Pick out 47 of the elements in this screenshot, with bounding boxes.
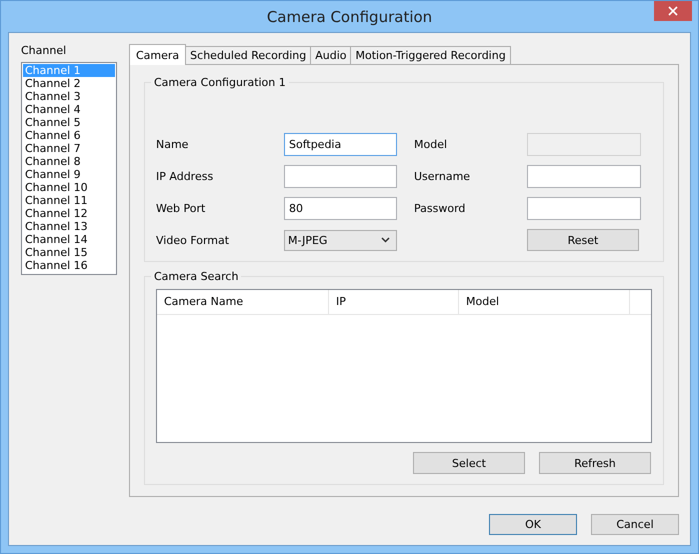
channel-item[interactable]: Channel 9 (23, 168, 115, 181)
channel-item[interactable]: Channel 4 (23, 103, 115, 116)
close-button[interactable] (654, 1, 692, 21)
tab[interactable]: Motion-Triggered Recording (350, 46, 511, 64)
column-header[interactable]: IP (329, 290, 459, 314)
channel-item[interactable]: Channel 7 (23, 142, 115, 155)
group-title: Camera Configuration 1 (151, 76, 289, 89)
window-title: Camera Configuration (266, 8, 432, 26)
channel-label: Channel (21, 44, 68, 58)
field-label: Model (413, 138, 448, 151)
channel-item[interactable]: Channel 2 (23, 77, 115, 90)
input-field[interactable]: Softpedia (284, 133, 397, 156)
button[interactable]: Refresh (539, 452, 651, 474)
input-field[interactable] (527, 197, 641, 220)
tab[interactable]: Camera (129, 44, 186, 65)
channel-item[interactable]: Channel 8 (23, 155, 115, 168)
channel-item[interactable]: Channel 14 (23, 233, 115, 246)
channel-item[interactable]: Channel 15 (23, 246, 115, 259)
close-icon (668, 6, 678, 16)
chevron-down-icon (381, 237, 390, 243)
field-label: Video Format (156, 234, 230, 246)
button[interactable]: Cancel (591, 514, 679, 535)
dropdown[interactable]: M-JPEG (284, 230, 397, 250)
channel-item[interactable]: Channel 13 (23, 220, 115, 233)
field-label: Web Port (156, 202, 206, 215)
reset-button[interactable]: Reset (527, 229, 639, 251)
channel-item[interactable]: Channel 5 (23, 116, 115, 129)
field-label: Password (413, 202, 466, 215)
channel-item[interactable]: Channel 12 (23, 207, 115, 220)
column-header[interactable]: Camera Name (157, 290, 329, 314)
input-field[interactable] (284, 165, 397, 188)
column-header[interactable]: Model (459, 290, 630, 314)
channel-item[interactable]: Channel 10 (23, 181, 115, 194)
button[interactable]: Select (413, 452, 525, 474)
button[interactable]: OK (489, 514, 577, 535)
input-field[interactable]: 80 (284, 197, 397, 220)
field-label: Name (156, 138, 190, 151)
channel-list[interactable]: Channel 1 Channel 2 Channel 3 Channel 4 Channel 5 Channel 6 Channel 7 Channel 8 Channel 9 Channel 10 Channel 11 Channel 12 Channel 13 Channel 14 Channel 15 Channel 16 (21, 62, 117, 275)
field-label: IP Address (156, 170, 214, 183)
channel-item[interactable]: Channel 16 (23, 259, 115, 272)
group-title: Camera Search (151, 270, 242, 283)
channel-item[interactable]: Channel 11 (23, 194, 115, 207)
input-field[interactable] (527, 165, 641, 188)
tab[interactable]: Scheduled Recording (185, 46, 312, 64)
channel-item[interactable]: Channel 6 (23, 129, 115, 142)
channel-item[interactable]: Channel 3 (23, 90, 115, 103)
field-label: Username (413, 170, 472, 183)
